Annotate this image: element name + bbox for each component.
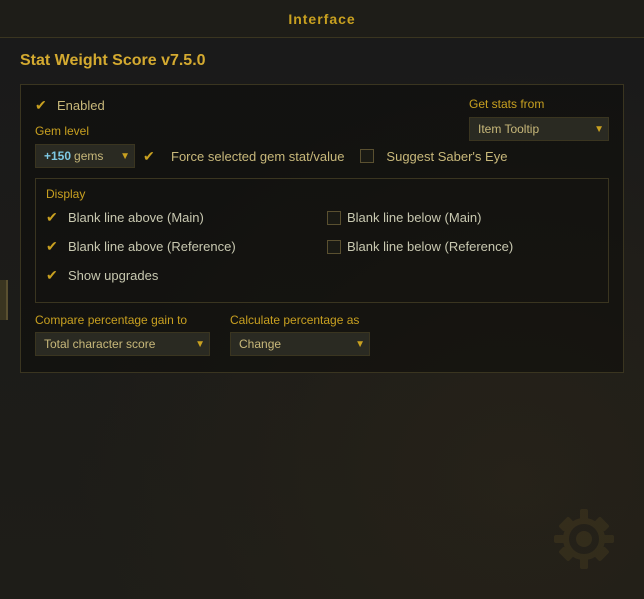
suggest-row: Suggest Saber's Eye [360,149,507,164]
blank-below-main-uncheck-icon [327,211,341,225]
calculate-label: Calculate percentage as [230,313,370,327]
display-panel-label: Display [46,187,598,201]
blank-above-ref-check-icon: ✔ [46,238,62,255]
get-stats-dropdown[interactable]: Item Tooltip ▼ [469,117,609,141]
gem-level-value: +150 [44,149,71,163]
checkbox-grid: ✔ Blank line above (Main) Blank line bel… [46,209,598,263]
blank-above-ref-label: Blank line above (Reference) [68,239,236,254]
suggest-label: Suggest Saber's Eye [386,149,507,164]
gem-unit: gems [74,149,103,163]
gem-dropdown-arrow: ▼ [120,151,130,162]
checkbox-blank-above-main: ✔ Blank line above (Main) [46,209,317,226]
force-checkmark-icon: ✔ [143,148,159,165]
enabled-label: Enabled [57,98,105,113]
blank-below-main-label: Blank line below (Main) [347,210,481,225]
compare-label: Compare percentage gain to [35,313,210,327]
main-content: Stat Weight Score v7.5.0 Get stats from … [0,38,644,387]
calculate-dropdown[interactable]: Change ▼ [230,332,370,356]
force-label: Force selected gem stat/value [171,149,344,164]
force-row: ✔ Force selected gem stat/value [143,148,344,165]
checkbox-blank-above-ref: ✔ Blank line above (Reference) [46,238,317,255]
blank-above-main-label: Blank line above (Main) [68,210,204,225]
calculate-dropdown-arrow: ▼ [355,339,365,350]
gem-level-row: +150 gems ▼ ✔ Force selected gem stat/va… [35,144,609,168]
tab-label: Interface [288,11,355,27]
checkbox-blank-below-main: Blank line below (Main) [327,209,598,226]
panel-title: Stat Weight Score v7.5.0 [20,52,624,70]
compare-value: Total character score [44,337,155,351]
get-stats-section: Get stats from Item Tooltip ▼ [469,97,609,141]
bottom-decoration [544,499,624,579]
blank-above-main-check-icon: ✔ [46,209,62,226]
display-panel: Display ✔ Blank line above (Main) Blank … [35,178,609,303]
compare-dropdown-arrow: ▼ [195,339,205,350]
compare-calculate-row: Compare percentage gain to Total charact… [35,313,609,356]
calculate-col: Calculate percentage as Change ▼ [230,313,370,356]
show-upgrades-row: ✔ Show upgrades [46,267,598,284]
gem-level-dropdown[interactable]: +150 gems ▼ [35,144,135,168]
tab-header: Interface [0,0,644,38]
compare-dropdown[interactable]: Total character score ▼ [35,332,210,356]
blank-below-ref-uncheck-icon [327,240,341,254]
compare-col: Compare percentage gain to Total charact… [35,313,210,356]
calculate-value: Change [239,337,281,351]
enabled-checkmark-icon: ✔ [35,97,51,114]
page-background: Interface Stat Weight Score v7.5.0 Get s… [0,0,644,599]
get-stats-value: Item Tooltip [478,122,539,136]
suggest-checkbox-icon [360,149,374,163]
show-upgrades-label: Show upgrades [68,268,158,283]
checkbox-blank-below-ref: Blank line below (Reference) [327,238,598,255]
show-upgrades-check-icon: ✔ [46,267,62,284]
settings-panel: Get stats from Item Tooltip ▼ ✔ Enabled … [20,84,624,373]
get-stats-dropdown-arrow: ▼ [594,124,604,135]
get-stats-label: Get stats from [469,97,609,111]
blank-below-ref-label: Blank line below (Reference) [347,239,513,254]
